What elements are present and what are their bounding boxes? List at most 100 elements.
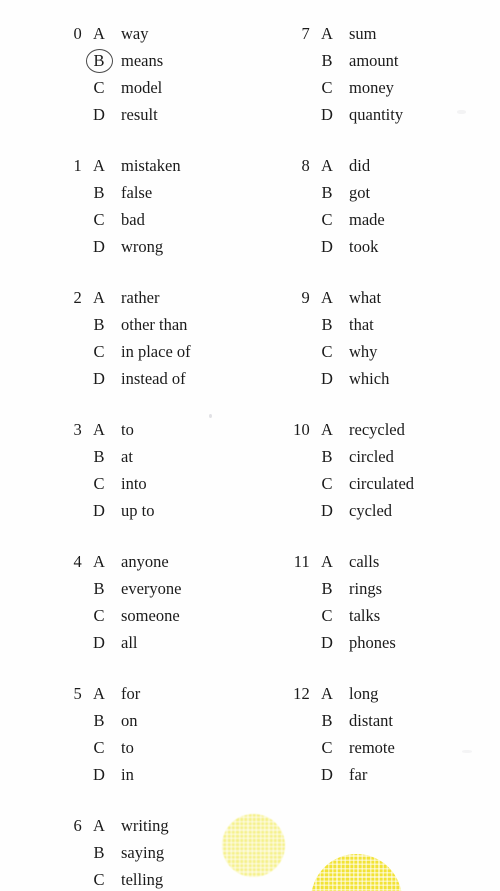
option-letter[interactable]: B <box>310 707 344 734</box>
option-row[interactable]: 1 Amistaken <box>56 152 191 179</box>
option-row[interactable]: 0 Away <box>56 20 191 47</box>
option-letter[interactable]: D <box>82 365 116 392</box>
option-letter[interactable]: B <box>82 707 116 734</box>
option-letter[interactable]: A <box>82 548 116 575</box>
option-row[interactable]: Ctalks <box>284 602 414 629</box>
option-letter[interactable]: D <box>310 629 344 656</box>
option-row[interactable]: Cto <box>56 734 191 761</box>
option-letter[interactable]: C <box>82 206 116 233</box>
option-letter[interactable]: A <box>82 416 116 443</box>
option-letter[interactable]: C <box>310 470 344 497</box>
option-letter[interactable]: B <box>82 179 116 206</box>
option-row[interactable]: Cwhy <box>284 338 414 365</box>
option-letter[interactable]: D <box>82 629 116 656</box>
option-row[interactable]: Bon <box>56 707 191 734</box>
option-row[interactable]: Dresult <box>56 101 191 128</box>
option-letter[interactable]: D <box>310 101 344 128</box>
option-row[interactable]: Cinto <box>56 470 191 497</box>
option-letter[interactable]: C <box>82 338 116 365</box>
option-row[interactable]: Dwrong <box>56 233 191 260</box>
option-letter[interactable]: A <box>310 284 344 311</box>
option-row[interactable]: Bamount <box>284 47 414 74</box>
option-row[interactable]: 3 Ato <box>56 416 191 443</box>
option-letter[interactable]: D <box>310 365 344 392</box>
option-letter[interactable]: D <box>82 761 116 788</box>
option-letter[interactable]: C <box>82 470 116 497</box>
option-row[interactable]: Bat <box>56 443 191 470</box>
option-letter[interactable]: B <box>310 47 344 74</box>
option-letter[interactable]: A <box>82 20 116 47</box>
option-row[interactable]: Cmodel <box>56 74 191 101</box>
option-row[interactable]: 8 Adid <box>284 152 414 179</box>
option-row[interactable]: Beveryone <box>56 575 191 602</box>
option-letter[interactable]: A <box>310 20 344 47</box>
option-row[interactable]: Ccirculated <box>284 470 414 497</box>
option-letter[interactable]: B <box>310 179 344 206</box>
option-row[interactable]: 9 Awhat <box>284 284 414 311</box>
option-row[interactable]: Csomeone <box>56 602 191 629</box>
option-letter[interactable]: A <box>82 812 116 839</box>
option-row[interactable]: 7 Asum <box>284 20 414 47</box>
option-row[interactable]: 12 Along <box>284 680 414 707</box>
option-letter[interactable]: B <box>82 839 116 866</box>
option-row[interactable]: Cmoney <box>284 74 414 101</box>
option-row[interactable]: Bsaying <box>56 839 191 866</box>
option-letter[interactable]: D <box>310 233 344 260</box>
option-letter[interactable]: D <box>82 233 116 260</box>
option-row[interactable]: 4 Aanyone <box>56 548 191 575</box>
option-row[interactable]: Bthat <box>284 311 414 338</box>
option-row[interactable]: Dwhich <box>284 365 414 392</box>
option-letter[interactable]: A <box>310 152 344 179</box>
option-row[interactable]: Cremote <box>284 734 414 761</box>
option-row[interactable]: 5 Afor <box>56 680 191 707</box>
option-row[interactable]: 11 Acalls <box>284 548 414 575</box>
option-row[interactable]: Cmade <box>284 206 414 233</box>
option-letter[interactable]: B <box>82 443 116 470</box>
option-row[interactable]: Bdistant <box>284 707 414 734</box>
option-row[interactable]: Dup to <box>56 497 191 524</box>
option-row[interactable]: Bmeans <box>56 47 191 74</box>
option-letter[interactable]: B <box>82 311 116 338</box>
option-letter[interactable]: B <box>82 47 116 74</box>
option-row[interactable]: 2 Arather <box>56 284 191 311</box>
option-letter[interactable]: C <box>82 74 116 101</box>
option-letter[interactable]: C <box>310 602 344 629</box>
option-letter[interactable]: B <box>82 575 116 602</box>
option-letter[interactable]: B <box>310 443 344 470</box>
option-letter[interactable]: A <box>82 284 116 311</box>
option-letter[interactable]: B <box>310 575 344 602</box>
option-row[interactable]: Dinstead of <box>56 365 191 392</box>
option-letter[interactable]: A <box>310 680 344 707</box>
option-row[interactable]: Dcycled <box>284 497 414 524</box>
option-letter[interactable]: C <box>82 602 116 629</box>
option-row[interactable]: Dquantity <box>284 101 414 128</box>
option-row[interactable]: Bcircled <box>284 443 414 470</box>
option-letter[interactable]: C <box>310 734 344 761</box>
option-row[interactable]: Bfalse <box>56 179 191 206</box>
option-letter[interactable]: D <box>310 497 344 524</box>
option-letter[interactable]: A <box>310 548 344 575</box>
option-letter[interactable]: A <box>82 680 116 707</box>
option-row[interactable]: Bother than <box>56 311 191 338</box>
option-letter[interactable]: C <box>310 338 344 365</box>
option-letter[interactable]: D <box>82 101 116 128</box>
option-row[interactable]: 10 Arecycled <box>284 416 414 443</box>
option-row[interactable]: 6 Awriting <box>56 812 191 839</box>
option-row[interactable]: Dphones <box>284 629 414 656</box>
option-letter[interactable]: B <box>310 311 344 338</box>
option-row[interactable]: Din <box>56 761 191 788</box>
option-letter[interactable]: D <box>82 497 116 524</box>
option-row[interactable]: Cin place of <box>56 338 190 365</box>
option-row[interactable]: Bgot <box>284 179 414 206</box>
option-letter[interactable]: C <box>310 206 344 233</box>
option-letter[interactable]: D <box>310 761 344 788</box>
option-letter[interactable]: C <box>82 734 116 761</box>
option-letter[interactable]: A <box>310 416 344 443</box>
option-letter[interactable]: C <box>310 74 344 101</box>
option-row[interactable]: Ctelling <box>56 866 191 891</box>
option-row[interactable]: Dall <box>56 629 191 656</box>
option-letter[interactable]: A <box>82 152 116 179</box>
option-row[interactable]: Cbad <box>56 206 191 233</box>
option-row[interactable]: Brings <box>284 575 414 602</box>
option-row[interactable]: Dfar <box>284 761 414 788</box>
